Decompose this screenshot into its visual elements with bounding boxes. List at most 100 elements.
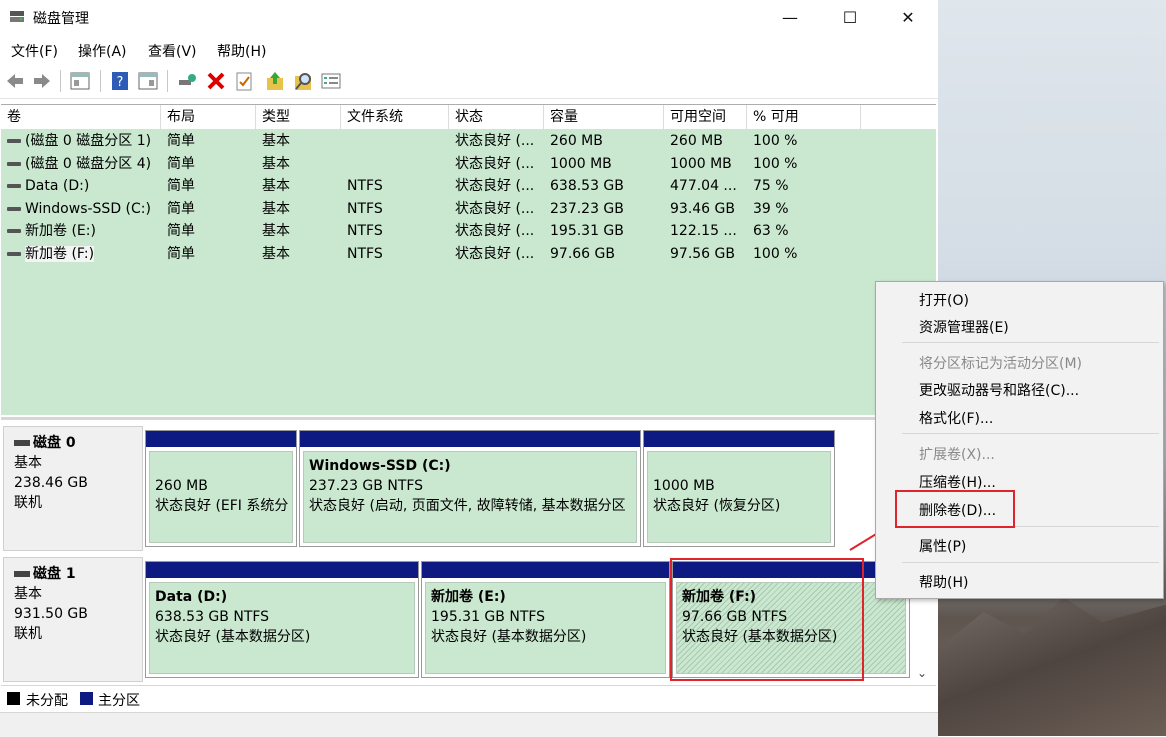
back-icon[interactable] xyxy=(4,70,26,92)
column-header-free-space[interactable]: 可用空间 xyxy=(664,105,747,129)
cell-type: 基本 xyxy=(262,245,290,262)
partition-status: 状态良好 (恢复分区) xyxy=(653,498,781,514)
console-icon[interactable] xyxy=(69,70,91,92)
column-header-volume[interactable]: 卷 xyxy=(1,105,161,129)
table-row[interactable]: 新加卷 (F:) 简单 基本 NTFS 状态良好 (... 97.66 GB 97.56 G… xyxy=(1,243,936,265)
cell-type: 基本 xyxy=(262,200,290,217)
column-header-percent-free[interactable]: % 可用 xyxy=(747,105,861,129)
cell-layout: 简单 xyxy=(167,223,195,239)
cell-status: 状态良好 (... xyxy=(455,200,535,217)
mountain-scenery xyxy=(938,597,1166,736)
partition-disk0-recovery[interactable]: 1000 MB 状态良好 (恢复分区) xyxy=(643,430,835,547)
legend-unallocated-label: 未分配 xyxy=(26,693,68,709)
toolbar: ? xyxy=(0,64,938,99)
cell-filesystem: NTFS xyxy=(347,245,383,262)
partition-body: 1000 MB 状态良好 (恢复分区) xyxy=(647,451,831,543)
menu-help[interactable]: 帮助(H) xyxy=(217,41,266,61)
partition-status: 状态良好 (基本数据分区) xyxy=(431,629,587,645)
column-header-status[interactable]: 状态 xyxy=(449,105,544,129)
column-header-layout[interactable]: 布局 xyxy=(161,105,256,129)
menu-item-extend-volume: 扩展卷(X)... xyxy=(919,447,995,463)
menu-bar: 文件(F) 操作(A) 查看(V) 帮助(H) xyxy=(0,37,938,63)
partition-size: 1000 MB xyxy=(653,478,715,494)
volume-name-text: Data (D:) xyxy=(25,178,90,194)
cell-status: 状态良好 (... xyxy=(455,223,535,239)
disk-icon xyxy=(14,571,30,577)
forward-icon[interactable] xyxy=(31,70,53,92)
cell-free-space: 477.04 ... xyxy=(670,178,737,194)
cell-layout: 简单 xyxy=(167,155,195,172)
partition-body: Windows-SSD (C:) 237.23 GB NTFS 状态良好 (启动… xyxy=(303,451,637,543)
table-row[interactable]: Windows-SSD (C:) 简单 基本 NTFS 状态良好 (... 237.23 … xyxy=(1,198,936,220)
connect-icon[interactable] xyxy=(176,70,198,92)
column-header-type[interactable]: 类型 xyxy=(256,105,341,129)
menu-item-format[interactable]: 格式化(F)... xyxy=(919,408,993,428)
up-folder-icon[interactable] xyxy=(264,70,286,92)
table-row[interactable]: (磁盘 0 磁盘分区 1) 简单 基本 状态良好 (... 260 MB 260 MB 10… xyxy=(1,130,936,152)
table-row[interactable]: Data (D:) 简单 基本 NTFS 状态良好 (... 638.53 GB 477.0… xyxy=(1,175,936,197)
disk-1-name: 磁盘 1 xyxy=(33,566,76,582)
disk-0-label[interactable]: 磁盘 0 基本 238.46 GB 联机 xyxy=(3,426,143,551)
cell-volume-name: Data (D:) xyxy=(1,175,161,197)
menu-item-properties[interactable]: 属性(P) xyxy=(919,536,966,556)
menu-item-open[interactable]: 打开(O) xyxy=(919,290,969,310)
highlight-box-delete-volume xyxy=(895,490,1015,528)
partition-disk0-windows-ssd[interactable]: Windows-SSD (C:) 237.23 GB NTFS 状态良好 (启动… xyxy=(299,430,641,547)
help-icon[interactable]: ? xyxy=(109,70,131,92)
table-row[interactable]: 新加卷 (E:) 简单 基本 NTFS 状态良好 (... 195.31 GB 122.15… xyxy=(1,220,936,242)
maximize-button[interactable]: ☐ xyxy=(820,0,880,35)
cell-layout: 简单 xyxy=(167,200,195,217)
cell-percent-free: 75 % xyxy=(753,178,789,194)
checklist-icon[interactable] xyxy=(233,70,255,92)
context-menu: 打开(O) 资源管理器(E) 将分区标记为活动分区(M) 更改驱动器号和路径(C… xyxy=(875,281,1164,599)
menu-item-explorer[interactable]: 资源管理器(E) xyxy=(919,317,1009,337)
volume-icon xyxy=(7,184,21,188)
console2-icon[interactable] xyxy=(137,70,159,92)
properties-icon[interactable] xyxy=(320,70,342,92)
menu-item-shrink-volume[interactable]: 压缩卷(H)... xyxy=(919,472,996,492)
menu-item-change-drive-letter[interactable]: 更改驱动器号和路径(C)... xyxy=(919,380,1079,400)
cell-capacity: 97.66 GB xyxy=(550,245,615,262)
partition-body: Data (D:) 638.53 GB NTFS 状态良好 (基本数据分区) xyxy=(149,582,415,674)
table-row[interactable]: (磁盘 0 磁盘分区 4) 简单 基本 状态良好 (... 1000 MB 1000 MB… xyxy=(1,153,936,175)
search-icon[interactable] xyxy=(292,70,314,92)
menu-view[interactable]: 查看(V) xyxy=(148,41,197,61)
scroll-down-arrow-icon[interactable]: ⌄ xyxy=(917,666,927,680)
column-header-capacity[interactable]: 容量 xyxy=(544,105,664,129)
partition-disk0-efi[interactable]: 260 MB 状态良好 (EFI 系统分 xyxy=(145,430,297,547)
disk-1-label[interactable]: 磁盘 1 基本 931.50 GB 联机 xyxy=(3,557,143,682)
menu-item-help[interactable]: 帮助(H) xyxy=(919,572,968,592)
cell-status: 状态良好 (... xyxy=(455,178,535,194)
disk-management-app-icon xyxy=(10,11,24,22)
volume-name-text: (磁盘 0 磁盘分区 4) xyxy=(25,155,152,172)
partition-bar xyxy=(300,431,640,447)
delete-icon[interactable] xyxy=(205,70,227,92)
minimize-button[interactable]: — xyxy=(760,0,820,35)
disk-0-type: 基本 xyxy=(14,455,42,471)
cell-free-space: 122.15 ... xyxy=(670,223,737,239)
partition-disk1-data[interactable]: Data (D:) 638.53 GB NTFS 状态良好 (基本数据分区) xyxy=(145,561,419,678)
partition-disk1-e[interactable]: 新加卷 (E:) 195.31 GB NTFS 状态良好 (基本数据分区) xyxy=(421,561,670,678)
volume-icon xyxy=(7,229,21,233)
cell-filesystem: NTFS xyxy=(347,200,383,217)
partition-name: Windows-SSD (C:) xyxy=(309,458,451,474)
partition-name: Data (D:) xyxy=(155,589,228,605)
volume-list[interactable]: 卷 布局 类型 文件系统 状态 容量 可用空间 % 可用 (磁盘 0 磁盘分区 … xyxy=(1,104,936,415)
disk-1-name-row: 磁盘 1 xyxy=(14,564,142,584)
partition-body: 260 MB 状态良好 (EFI 系统分 xyxy=(149,451,293,543)
partition-name: 新加卷 (E:) xyxy=(431,589,506,605)
column-header-filesystem[interactable]: 文件系统 xyxy=(341,105,449,129)
partition-status: 状态良好 (基本数据分区) xyxy=(155,629,311,645)
volume-name-text: 新加卷 (E:) xyxy=(25,223,96,239)
menu-file[interactable]: 文件(F) xyxy=(11,41,58,61)
menu-action[interactable]: 操作(A) xyxy=(78,41,127,61)
cell-status: 状态良好 (... xyxy=(455,245,535,262)
menu-separator xyxy=(902,562,1159,563)
toolbar-separator xyxy=(60,70,61,92)
close-button[interactable]: ✕ xyxy=(878,0,938,35)
cell-free-space: 93.46 GB xyxy=(670,200,735,217)
cell-percent-free: 100 % xyxy=(753,245,798,262)
partition-bar xyxy=(422,562,669,578)
partition-name xyxy=(653,456,830,476)
title-bar: 磁盘管理 — ☐ ✕ xyxy=(0,0,938,35)
